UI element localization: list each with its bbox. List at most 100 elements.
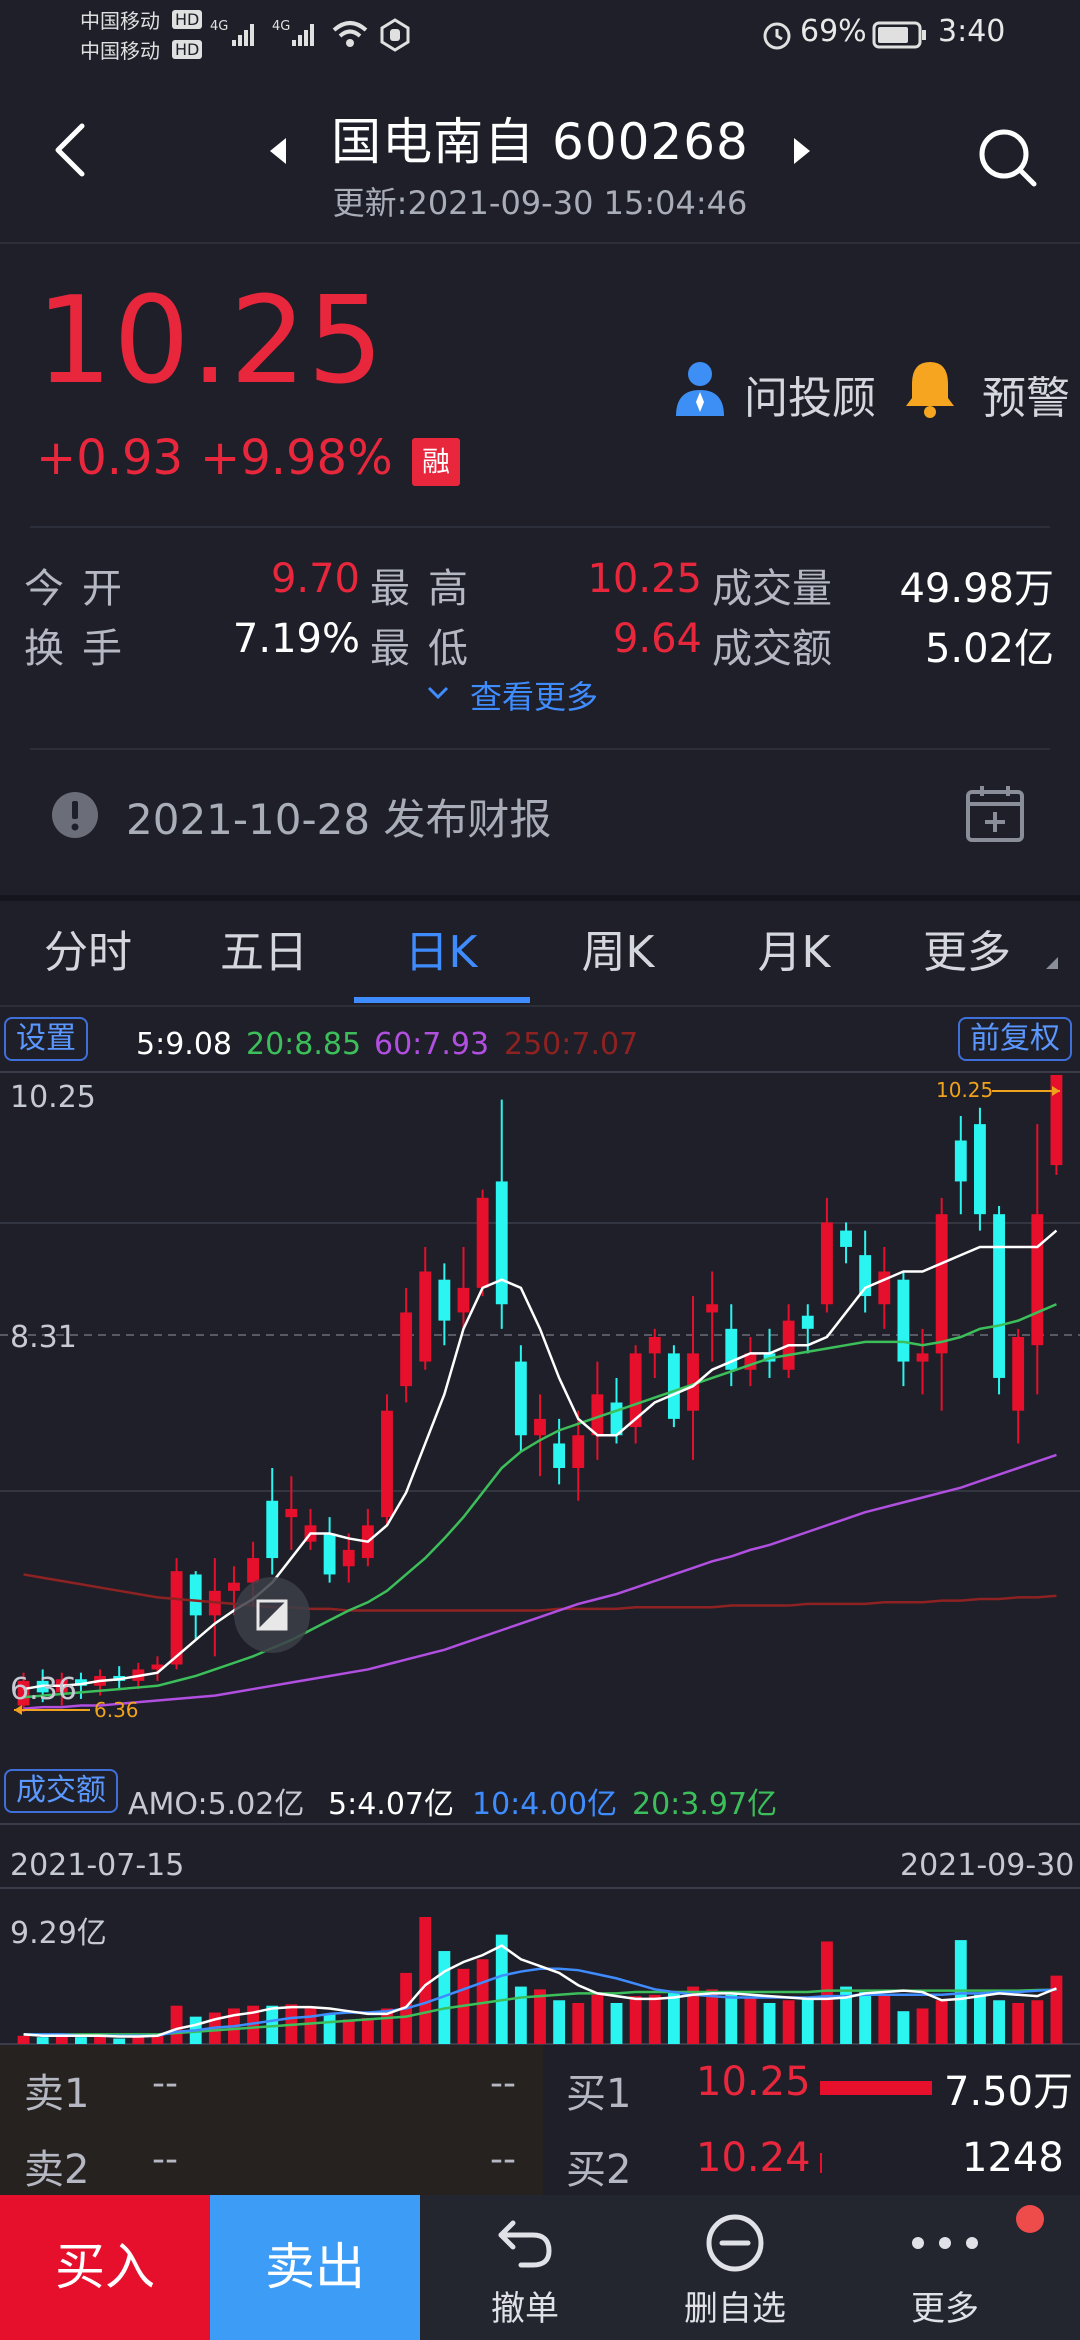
low-marker-label: 6.36 bbox=[94, 1698, 139, 1722]
candle-body bbox=[285, 1508, 298, 1518]
show-more-label: 查看更多 bbox=[470, 678, 599, 716]
notification-dot bbox=[1016, 2205, 1044, 2233]
candle-body bbox=[648, 1337, 661, 1354]
calendar-icon[interactable] bbox=[964, 782, 1026, 848]
tab-intraday[interactable]: 分时 bbox=[0, 901, 176, 1005]
amount-bar bbox=[744, 1997, 757, 2044]
buy1-depth-bar bbox=[820, 2081, 932, 2095]
signal-icon: 4G 4G bbox=[210, 16, 330, 60]
tab-daily-k[interactable]: 日K bbox=[352, 901, 530, 1005]
earnings-notice[interactable]: 2021-10-28 发布财报 bbox=[126, 786, 551, 847]
hand-icon bbox=[378, 18, 412, 56]
buy1-price: 10.25 bbox=[696, 2059, 811, 2105]
amount-bar bbox=[782, 2000, 795, 2044]
amount-bar bbox=[17, 2035, 30, 2044]
amount-indicator-button[interactable]: 成交额 bbox=[4, 1769, 118, 1813]
amo-ma20-label: 20:3.97亿 bbox=[632, 1787, 778, 1822]
kline-chart[interactable]: 10.25 8.31 6.36 10.25 6.36 2021-07-15 20… bbox=[0, 1067, 1080, 2057]
sell-button[interactable]: 卖出 bbox=[210, 2195, 420, 2340]
amount-bar bbox=[553, 2000, 566, 2044]
buy1-volume: 7.50万 bbox=[944, 2069, 1074, 2115]
tab-more[interactable]: 更多 bbox=[882, 901, 1052, 1005]
battery-percent: 69% bbox=[800, 14, 867, 49]
candle-body bbox=[228, 1582, 240, 1591]
amount-bar bbox=[132, 2037, 145, 2044]
amount-bar bbox=[113, 2038, 126, 2044]
volume-label: 成交量 bbox=[712, 566, 832, 612]
tab-five-day[interactable]: 五日 bbox=[176, 901, 352, 1005]
remove-favorite-label: 删自选 bbox=[684, 2289, 786, 2329]
amount-bar bbox=[1012, 2002, 1025, 2044]
bell-icon bbox=[906, 362, 954, 418]
amount-bar bbox=[993, 2000, 1005, 2044]
divider bbox=[0, 1005, 1080, 1007]
candle-body bbox=[1031, 1214, 1044, 1346]
next-stock-icon[interactable] bbox=[792, 136, 814, 170]
candle-body bbox=[859, 1255, 872, 1297]
amount-bar bbox=[323, 2013, 336, 2044]
draw-tool-icon bbox=[234, 1577, 310, 1653]
candle-body bbox=[916, 1353, 929, 1362]
buy-button[interactable]: 买入 bbox=[0, 2195, 210, 2340]
remove-favorite-button[interactable]: 删自选 bbox=[630, 2195, 840, 2340]
candle-body bbox=[189, 1574, 202, 1616]
x-axis-end: 2021-09-30 bbox=[900, 1848, 1074, 1883]
hd-badge-2: HD bbox=[172, 40, 203, 59]
candle-body bbox=[381, 1410, 393, 1518]
candle-body bbox=[342, 1549, 355, 1567]
amount-bar bbox=[629, 1996, 642, 2044]
amo-ma5-label: 5:4.07亿 bbox=[328, 1787, 454, 1822]
y-axis-top: 10.25 bbox=[10, 1080, 96, 1115]
sell1-label: 卖1 bbox=[24, 2071, 90, 2117]
candle-body bbox=[457, 1287, 470, 1313]
amount-bar bbox=[75, 2037, 87, 2044]
tab-monthly-k[interactable]: 月K bbox=[706, 901, 882, 1005]
minus-circle-icon bbox=[706, 2214, 764, 2272]
adjust-mode-button[interactable]: 前复权 bbox=[958, 1017, 1072, 1061]
candle-body bbox=[667, 1353, 680, 1419]
period-tabs: 分时 五日 日K 周K 月K 更多 bbox=[0, 895, 1080, 1011]
quote-panel: 10.25 +0.93 +9.98% 融 问投顾 预警 今开 9.70 最高 1… bbox=[0, 242, 1080, 874]
amount-bar bbox=[170, 2005, 183, 2044]
candle-body bbox=[266, 1500, 279, 1559]
last-price: 10.25 bbox=[36, 272, 385, 411]
candle-body bbox=[476, 1197, 489, 1288]
alarm-icon bbox=[760, 18, 794, 56]
amount-axis-top: 9.29亿 bbox=[10, 1916, 107, 1951]
amount-bar bbox=[1050, 1975, 1063, 2044]
amount-bar bbox=[897, 2011, 910, 2044]
buy2-price: 10.24 bbox=[696, 2135, 811, 2181]
carrier-label-2: 中国移动 bbox=[80, 39, 160, 63]
search-icon[interactable] bbox=[976, 126, 1040, 194]
amount-bar bbox=[820, 1941, 833, 2044]
amount-bar bbox=[610, 2002, 623, 2044]
network-type: 4G bbox=[210, 19, 228, 34]
status-bar: 中国移动 中国移动 HD HD 4G 4G 69% 3:40 bbox=[0, 0, 1080, 70]
divider bbox=[30, 748, 1050, 750]
candle-body bbox=[973, 1124, 986, 1215]
more-dots-icon bbox=[912, 2237, 978, 2249]
tab-weekly-k[interactable]: 周K bbox=[530, 901, 706, 1005]
candle-body bbox=[706, 1304, 719, 1313]
high-marker-label: 10.25 bbox=[936, 1078, 993, 1102]
candle-body bbox=[438, 1279, 451, 1321]
high-value: 10.25 bbox=[587, 556, 702, 602]
chart-settings-button[interactable]: 设置 bbox=[4, 1017, 88, 1061]
candle-body bbox=[897, 1279, 910, 1362]
margin-badge: 融 bbox=[412, 438, 460, 486]
buy2-volume: 1248 bbox=[962, 2135, 1064, 2181]
more-menu-button[interactable]: 更多 bbox=[840, 2195, 1050, 2340]
cancel-order-button[interactable]: 撤单 bbox=[420, 2195, 630, 2340]
amount-bar bbox=[342, 2019, 355, 2044]
alert-label: 预警 bbox=[982, 373, 1070, 424]
cancel-order-label: 撤单 bbox=[491, 2289, 559, 2329]
advisor-label: 问投顾 bbox=[744, 373, 876, 424]
amount-bar bbox=[973, 1994, 986, 2044]
candle-body bbox=[323, 1533, 336, 1575]
amount-bar bbox=[648, 1994, 661, 2044]
candle-body bbox=[878, 1271, 891, 1305]
candle-body bbox=[419, 1271, 432, 1362]
clock: 3:40 bbox=[938, 14, 1006, 49]
candle-body bbox=[572, 1435, 585, 1469]
advisor-icon bbox=[676, 362, 724, 416]
